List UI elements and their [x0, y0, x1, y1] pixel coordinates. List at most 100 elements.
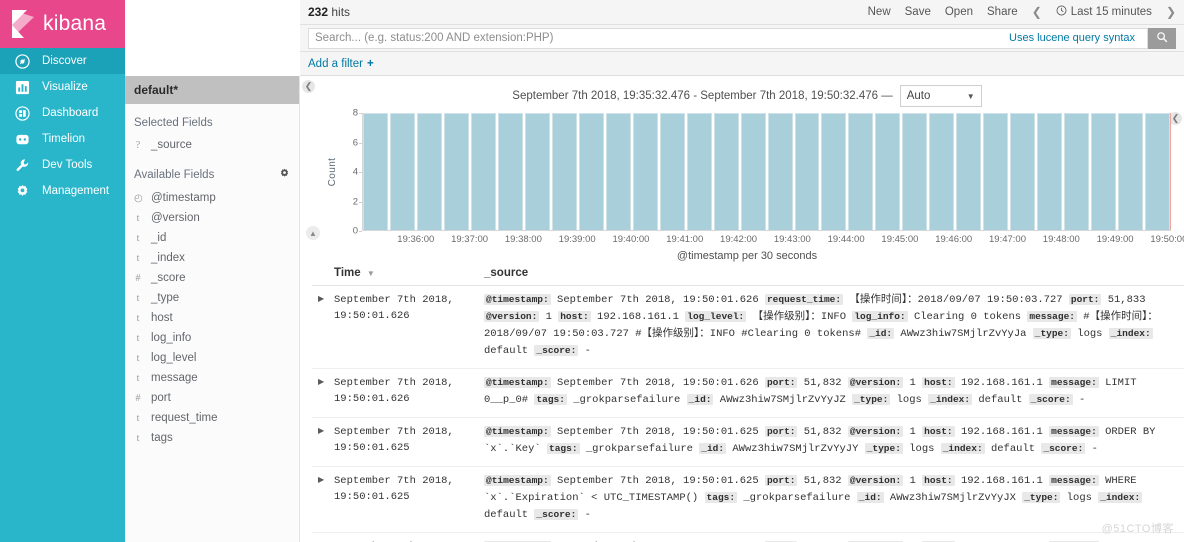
current-time-marker — [1169, 113, 1171, 231]
histogram-bar[interactable] — [551, 113, 577, 231]
histogram-bar[interactable] — [1091, 113, 1117, 231]
expand-row-icon[interactable]: ▶ — [312, 424, 334, 458]
histogram-bar[interactable] — [794, 113, 820, 231]
histogram-bar[interactable] — [956, 113, 982, 231]
source-field-key: port: — [764, 377, 798, 388]
histogram-bar[interactable] — [983, 113, 1009, 231]
histogram-bar[interactable] — [470, 113, 496, 231]
source-field-value: AWwz3hiw7SMjlrZvYyJX — [883, 492, 1023, 504]
search-button[interactable] — [1148, 27, 1176, 49]
histogram-bar[interactable] — [363, 113, 388, 231]
sort-desc-icon[interactable]: ▼ — [367, 269, 375, 278]
histogram-bar[interactable] — [1064, 113, 1090, 231]
column-header-source: _source — [484, 267, 529, 279]
chevron-up-icon[interactable]: ▲ — [306, 226, 320, 240]
sidebar-item-visualize[interactable]: Visualize — [0, 74, 125, 100]
field-name: log_info — [151, 332, 192, 344]
source-field-value: logs — [890, 394, 929, 406]
histogram-bar[interactable] — [605, 113, 631, 231]
histogram-bar[interactable] — [1118, 113, 1144, 231]
open-button[interactable]: Open — [945, 6, 973, 18]
source-field-value: 51,832 — [797, 426, 848, 438]
column-header-time[interactable]: Time ▼ — [312, 267, 484, 279]
histogram-bar[interactable] — [389, 113, 415, 231]
kibana-logo[interactable]: kibana — [0, 0, 125, 48]
field-item-index[interactable]: t _index — [125, 248, 299, 268]
share-button[interactable]: Share — [987, 6, 1018, 18]
histogram-bar[interactable] — [578, 113, 604, 231]
table-row[interactable]: ▶ September 7th 2018, 19:50:01.626 @timest… — [312, 286, 1184, 369]
histogram-bar[interactable] — [848, 113, 874, 231]
source-field-key: _id: — [856, 492, 884, 503]
histogram-bar[interactable] — [632, 113, 658, 231]
histogram-bar[interactable] — [929, 113, 955, 231]
x-axis-tick: 19:43:00 — [773, 234, 811, 245]
histogram-bar[interactable] — [767, 113, 793, 231]
save-button[interactable]: Save — [905, 6, 931, 18]
field-item-host[interactable]: t host — [125, 308, 299, 328]
gear-icon[interactable] — [279, 168, 290, 182]
add-filter-button[interactable]: Add a filter — [308, 58, 363, 70]
sidebar-item-dev-tools[interactable]: Dev Tools — [0, 152, 125, 178]
field-item-type[interactable]: t _type — [125, 288, 299, 308]
source-field-key: tags: — [704, 492, 738, 503]
field-item-port[interactable]: # port — [125, 388, 299, 408]
field-type-icon: t — [136, 412, 140, 424]
table-row[interactable]: ▶ September 7th 2018, 19:50:01.625 @timest… — [312, 418, 1184, 467]
field-item-timestamp[interactable]: ◴ @timestamp — [125, 188, 299, 208]
table-row[interactable]: ▶ September 7th 2018, 19:50:01.625 @timest… — [312, 467, 1184, 533]
histogram-bar[interactable] — [686, 113, 712, 231]
field-name: _score — [151, 272, 186, 284]
field-item-tags[interactable]: t tags — [125, 428, 299, 448]
histogram-bar[interactable] — [659, 113, 685, 231]
table-row[interactable]: ▶September 7th 2018, 19:50:01.624@timest… — [312, 533, 1184, 542]
index-pattern-selector[interactable]: default* — [125, 76, 299, 104]
sidebar-item-dashboard[interactable]: Dashboard — [0, 100, 125, 126]
source-field-key: @version: — [484, 311, 540, 322]
chevron-left-icon[interactable]: ❮ — [1032, 5, 1042, 19]
histogram-bar[interactable] — [902, 113, 928, 231]
field-item-score[interactable]: # _score — [125, 268, 299, 288]
expand-row-icon[interactable]: ▶ — [312, 292, 334, 360]
field-item-id[interactable]: t _id — [125, 228, 299, 248]
source-field-key: _type: — [1022, 492, 1061, 503]
sidebar-item-management[interactable]: Management — [0, 178, 125, 204]
field-item-source[interactable]: ? _source — [125, 135, 299, 155]
histogram-bar[interactable] — [524, 113, 550, 231]
histogram-bar[interactable] — [1037, 113, 1063, 231]
x-axis: 19:36:00 19:37:00 19:38:00 19:39:00 19:40:00… — [326, 231, 1184, 247]
x-axis-tick: 19:36:00 — [397, 234, 435, 245]
search-input[interactable]: Search... (e.g. status:200 AND extension… — [308, 27, 1148, 49]
histogram-bar[interactable] — [821, 113, 847, 231]
time-range-picker[interactable]: Last 15 minutes — [1056, 5, 1152, 19]
field-item-request-time[interactable]: t request_time — [125, 408, 299, 428]
histogram-bar[interactable] — [875, 113, 901, 231]
source-field-key: _index: — [940, 443, 985, 454]
field-item-message[interactable]: t message — [125, 368, 299, 388]
histogram-bar[interactable] — [497, 113, 523, 231]
histogram-bar[interactable] — [1010, 113, 1036, 231]
chevron-right-icon[interactable]: ❯ — [1166, 5, 1176, 19]
plus-icon[interactable]: + — [367, 58, 374, 70]
field-item-log-info[interactable]: t log_info — [125, 328, 299, 348]
lucene-syntax-link[interactable]: Uses lucene query syntax — [1009, 32, 1141, 44]
histogram-bar[interactable] — [713, 113, 739, 231]
histogram-bar[interactable] — [740, 113, 766, 231]
new-button[interactable]: New — [868, 6, 891, 18]
expand-row-icon[interactable]: ▶ — [312, 375, 334, 409]
field-item-log-level[interactable]: t log_level — [125, 348, 299, 368]
histogram-bar[interactable] — [416, 113, 442, 231]
field-item-version[interactable]: t @version — [125, 208, 299, 228]
histogram-bar[interactable] — [1145, 113, 1171, 231]
available-fields-label: Available Fields — [134, 169, 215, 181]
interval-select[interactable]: Auto ▼ — [899, 85, 982, 107]
sidebar-item-discover[interactable]: Discover — [0, 48, 125, 74]
y-axis-tick: 6 — [352, 137, 358, 148]
field-name: port — [151, 392, 171, 404]
histogram-bars[interactable] — [363, 113, 1171, 231]
table-row[interactable]: ▶ September 7th 2018, 19:50:01.626 @timest… — [312, 369, 1184, 418]
histogram-bar[interactable] — [443, 113, 469, 231]
sidebar-item-timelion[interactable]: Timelion — [0, 126, 125, 152]
collapse-left-icon[interactable]: ❮ — [302, 80, 315, 93]
expand-row-icon[interactable]: ▶ — [312, 473, 334, 524]
